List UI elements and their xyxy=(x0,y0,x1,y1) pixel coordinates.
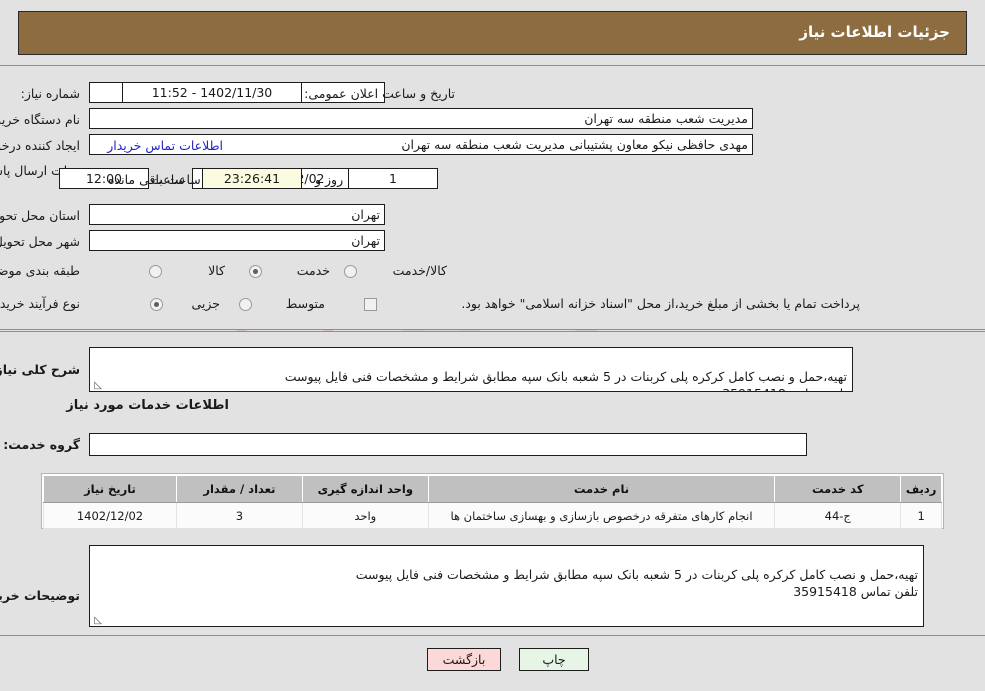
radio-process-motavaset-label: متوسط xyxy=(285,296,325,311)
buyer-contact-link[interactable]: اطلاعات تماس خریدار xyxy=(107,138,223,153)
col-header-name: نام خدمت xyxy=(427,475,776,503)
need-number-label: شماره نیاز: xyxy=(20,86,80,101)
days-remaining-value: 1 xyxy=(348,168,438,189)
radio-process-jozi-label: جزیی xyxy=(191,296,220,311)
process-label: نوع فرآیند خرید : xyxy=(0,296,80,311)
header-bar: جزئیات اطلاعات نیاز xyxy=(18,11,967,55)
need-info-panel xyxy=(0,65,985,330)
city-label: شهر محل تحویل: xyxy=(0,234,80,249)
col-header-row: ردیف xyxy=(900,475,942,503)
buyer-notes-label: توضیحات خریدار: xyxy=(0,588,80,603)
table-row[interactable]: 1 ج-44 انجام کارهای متفرقه درخصوص بازساز… xyxy=(43,502,942,529)
resize-grip-icon-2[interactable]: ◺ xyxy=(93,616,102,626)
countdown-timer: 23:26:41 xyxy=(202,168,302,189)
service-group-label: گروه خدمت: xyxy=(3,437,80,452)
province-value: تهران xyxy=(89,204,385,225)
buyer-notes-textarea[interactable]: تهیه،حمل و نصب کامل کرکره پلی کربنات در … xyxy=(89,545,924,627)
back-button[interactable]: بازگشت xyxy=(427,648,501,671)
description-textarea[interactable]: تهیه،حمل و نصب کامل کرکره پلی کربنات در … xyxy=(89,347,853,392)
buyer-org-label: نام دستگاه خریدار: xyxy=(0,112,80,127)
description-value: تهیه،حمل و نصب کامل کرکره پلی کربنات در … xyxy=(284,369,847,391)
city-value: تهران xyxy=(89,230,385,251)
radio-category-kala-khedmat[interactable] xyxy=(344,265,357,278)
description-label: شرح کلی نیاز: xyxy=(0,362,80,377)
creator-label: ایجاد کننده درخواست: xyxy=(0,138,80,153)
cell-code: ج-44 xyxy=(774,502,902,529)
days-label: روز و xyxy=(315,172,344,187)
col-header-quantity: تعداد / مقدار xyxy=(175,475,303,503)
cell-quantity: 3 xyxy=(175,502,303,529)
page-title: جزئیات اطلاعات نیاز xyxy=(799,23,950,41)
table-header-row: ردیف کد خدمت نام خدمت واحد اندازه گیری ت… xyxy=(43,475,942,503)
col-header-date: تاریخ نیاز xyxy=(43,475,177,503)
radio-process-jozi[interactable] xyxy=(150,298,163,311)
treasury-bond-label: پرداخت تمام یا بخشی از مبلغ خرید،از محل … xyxy=(461,296,860,311)
cell-row: 1 xyxy=(900,502,942,529)
radio-category-kala-label: کالا xyxy=(208,263,225,278)
col-header-code: کد خدمت xyxy=(774,475,902,503)
buyer-notes-value: تهیه،حمل و نصب کامل کرکره پلی کربنات در … xyxy=(355,567,918,599)
services-table: ردیف کد خدمت نام خدمت واحد اندازه گیری ت… xyxy=(43,475,942,529)
cell-unit: واحد xyxy=(301,502,429,529)
service-group-value-box[interactable]: ساختمان xyxy=(89,433,807,456)
buyer-org-value: مدیریت شعب منطقه سه تهران xyxy=(89,108,753,129)
category-label: طبقه بندی موضوعی: xyxy=(0,263,80,278)
radio-process-motavaset[interactable] xyxy=(239,298,252,311)
resize-grip-icon[interactable]: ◺ xyxy=(93,381,102,391)
services-section-title: اطلاعات خدمات مورد نیاز xyxy=(66,398,229,413)
page-root: A T AriaTender.net جزئیات اطلاعات نیاز ش… xyxy=(0,0,985,691)
print-button[interactable]: چاپ xyxy=(519,648,589,671)
radio-category-khedmat[interactable] xyxy=(249,265,262,278)
radio-category-khedmat-label: خدمت xyxy=(296,263,330,278)
public-announce-label: تاریخ و ساعت اعلان عمومی: xyxy=(304,86,455,101)
countdown-label: ساعت باقی مانده xyxy=(108,172,201,187)
public-announce-value: 11:52 - 1402/11/30 xyxy=(122,82,302,103)
col-header-unit: واحد اندازه گیری xyxy=(301,475,429,503)
treasury-bond-checkbox[interactable] xyxy=(364,298,377,311)
province-label: استان محل تحویل: xyxy=(0,208,80,223)
service-group-value: ساختمان xyxy=(755,455,801,456)
cell-name: انجام کارهای متفرقه درخصوص بازسازی و بهس… xyxy=(427,502,776,529)
radio-category-kala[interactable] xyxy=(149,265,162,278)
cell-date: 1402/12/02 xyxy=(43,502,177,529)
radio-category-kala-khedmat-label: کالا/خدمت xyxy=(392,263,447,278)
